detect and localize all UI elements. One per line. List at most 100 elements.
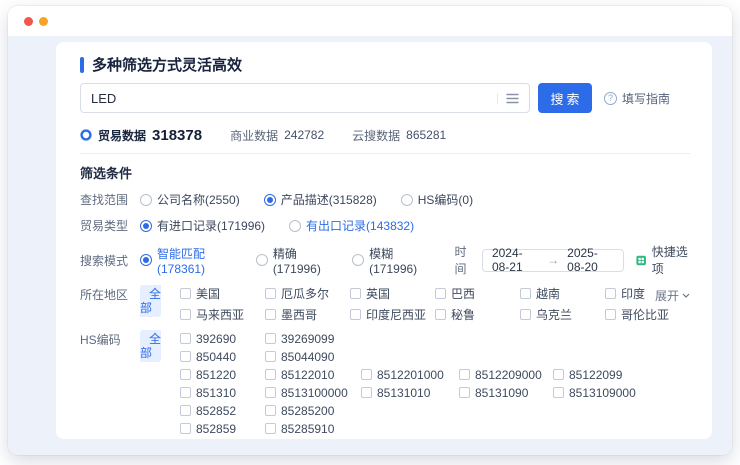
checkbox-label: 8513109000 (569, 386, 636, 400)
radio-option-fuzzy[interactable]: 模糊(171996) (352, 245, 424, 276)
checkbox-label: 8512209000 (475, 368, 542, 382)
region-checkbox[interactable]: 哥伦比亚 (605, 307, 690, 322)
checkbox-icon (520, 309, 531, 320)
quick-options-button[interactable]: 快捷选项 (636, 243, 690, 277)
hs-code-checkbox[interactable]: 852852 (180, 403, 265, 418)
region-checkbox-grid: 美国 厄瓜多尔 英国 巴西 越南 印度 马来西亚 墨西哥 印度尼西亚 秘鲁 乌克… (180, 286, 690, 322)
checkbox-icon (459, 369, 470, 380)
hs-all-badge[interactable]: 全部 (140, 330, 161, 362)
checkbox-label: 巴西 (451, 285, 475, 302)
hs-code-checkbox[interactable]: 85044090 (265, 349, 361, 364)
tabs-divider (80, 153, 690, 154)
tab-count: 865281 (406, 128, 446, 142)
checkbox-label: 乌克兰 (536, 306, 572, 323)
hs-code-line: 850440 85044090 (180, 349, 712, 364)
hs-code-checkbox[interactable]: 8513100000 (265, 385, 361, 400)
hs-code-options: 392690 39269099 850440 85044090 851220 8… (180, 331, 712, 439)
region-checkbox[interactable]: 英国 (350, 286, 435, 301)
checkbox-icon (180, 405, 191, 416)
hs-code-checkbox[interactable]: 85122010 (265, 367, 361, 382)
checkbox-label: 852852 (196, 404, 236, 418)
checkbox-label: 秘鲁 (451, 306, 475, 323)
question-circle-icon: ? (604, 92, 617, 105)
checkbox-label: 85131010 (377, 386, 430, 400)
tab-label: 贸易数据 (98, 127, 146, 144)
checkbox-icon (180, 309, 191, 320)
tab-business-data[interactable]: 商业数据 242782 (230, 127, 324, 144)
hs-code-checkbox[interactable]: 8512209000 (459, 367, 553, 382)
date-end: 2025-08-20 (567, 246, 614, 274)
checkbox-icon (180, 387, 191, 398)
radio-option-exact[interactable]: 精确(171996) (256, 245, 328, 276)
radio-option-company-name[interactable]: 公司名称(2550) (140, 191, 240, 208)
radio-option-export-records[interactable]: 有出口记录(143832) (289, 217, 414, 234)
radio-option-smart-match[interactable]: 智能匹配(178361) (140, 245, 232, 276)
window-close-dot[interactable] (24, 17, 33, 26)
checkbox-icon (180, 351, 191, 362)
radio-option-product-desc[interactable]: 产品描述(315828) (264, 191, 377, 208)
tab-trade-data[interactable]: 贸易数据 318378 (80, 127, 202, 144)
radio-option-hs-code[interactable]: HS编码(0) (401, 191, 473, 208)
date-range-picker[interactable]: 2024-08-21 → 2025-08-20 (482, 249, 624, 272)
filter-row-search-range: 查找范围 公司名称(2550) 产品描述(315828) HS编码(0) (80, 191, 690, 208)
checkbox-icon (361, 387, 372, 398)
hs-code-checkbox[interactable]: 850440 (180, 349, 265, 364)
filter-row-trade-type: 贸易类型 有进口记录(171996) 有出口记录(143832) (80, 217, 690, 234)
checkbox-label: 85285910 (281, 422, 334, 436)
hs-code-checkbox[interactable]: 851310 (180, 385, 265, 400)
expand-link[interactable]: 展开 (655, 287, 690, 304)
tab-cloud-search-data[interactable]: 云搜数据 865281 (352, 127, 446, 144)
time-label: 时间 (454, 243, 474, 277)
checkbox-icon (265, 333, 276, 344)
region-checkbox[interactable]: 巴西 (435, 286, 520, 301)
region-checkbox[interactable]: 秘鲁 (435, 307, 520, 322)
hs-code-line: 392690 39269099 (180, 331, 712, 346)
hs-code-checkbox[interactable]: 85122099 (553, 367, 712, 382)
hs-code-checkbox[interactable]: 851220 (180, 367, 265, 382)
hs-code-checkbox[interactable]: 852859 (180, 421, 265, 436)
radio-icon-selected (140, 254, 152, 266)
hs-code-checkbox[interactable]: 85131090 (459, 385, 553, 400)
checkbox-label: 厄瓜多尔 (281, 285, 329, 302)
region-all-badge[interactable]: 全部 (140, 285, 161, 317)
hs-code-checkbox[interactable]: 392690 (180, 331, 265, 346)
fill-guide-link[interactable]: ? 填写指南 (604, 90, 670, 107)
hs-code-checkbox[interactable]: 85285200 (265, 403, 361, 418)
region-checkbox[interactable]: 越南 (520, 286, 605, 301)
hs-code-checkbox[interactable]: 85131010 (361, 385, 459, 400)
filter-list-icon[interactable] (497, 93, 519, 104)
checkbox-label: 85285200 (281, 404, 334, 418)
checkbox-icon (265, 351, 276, 362)
hs-code-line: 852859 85285910 (180, 421, 712, 436)
checkbox-icon (361, 369, 372, 380)
radio-option-import-records[interactable]: 有进口记录(171996) (140, 217, 265, 234)
radio-label: 精确(171996) (273, 245, 328, 276)
chevron-down-icon (682, 293, 690, 298)
checkbox-label: 392690 (196, 332, 236, 346)
hs-code-checkbox[interactable]: 39269099 (265, 331, 361, 346)
checkbox-label: 852859 (196, 422, 236, 436)
hs-code-checkbox[interactable]: 85285910 (265, 421, 361, 436)
checkbox-label: 美国 (196, 285, 220, 302)
region-checkbox[interactable]: 墨西哥 (265, 307, 350, 322)
checkbox-icon (265, 405, 276, 416)
date-start: 2024-08-21 (492, 246, 539, 274)
hs-code-line: 851310 8513100000 85131010 85131090 8513… (180, 385, 712, 400)
region-checkbox[interactable]: 厄瓜多尔 (265, 286, 350, 301)
checkbox-icon (180, 423, 191, 434)
region-checkbox[interactable]: 乌克兰 (520, 307, 605, 322)
search-input-box (80, 83, 530, 113)
hs-code-line: 852852 85285200 (180, 403, 712, 418)
radio-label: HS编码(0) (418, 191, 473, 208)
hs-code-checkbox[interactable]: 8513109000 (553, 385, 712, 400)
tab-count: 242782 (284, 128, 324, 142)
search-input[interactable] (91, 91, 497, 106)
hs-code-checkbox[interactable]: 8512201000 (361, 367, 459, 382)
checkbox-icon (180, 288, 191, 299)
filter-label: 查找范围 (80, 191, 140, 208)
region-checkbox[interactable]: 美国 (180, 286, 265, 301)
region-checkbox[interactable]: 印度尼西亚 (350, 307, 435, 322)
search-button[interactable]: 搜索 (538, 83, 592, 113)
region-checkbox[interactable]: 马来西亚 (180, 307, 265, 322)
window-minimize-dot[interactable] (39, 17, 48, 26)
